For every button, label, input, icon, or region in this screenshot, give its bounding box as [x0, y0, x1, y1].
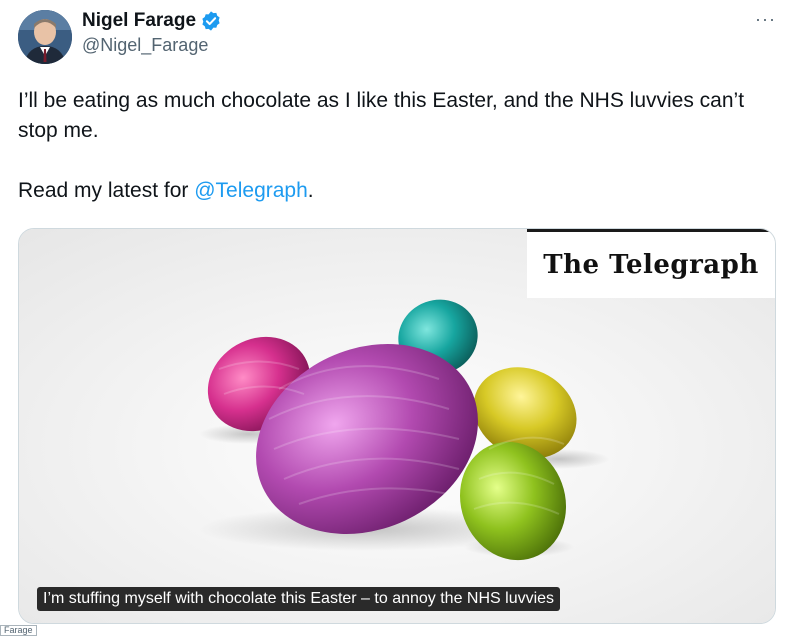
more-options-icon[interactable]: ···	[755, 10, 776, 28]
card-caption: I’m stuffing myself with chocolate this …	[37, 587, 561, 611]
tweet-header: Nigel Farage @Nigel_Farage ···	[18, 8, 784, 68]
tweet-line-2: Read my latest for @Telegraph.	[18, 176, 778, 206]
footer-stub: Farage	[0, 625, 37, 636]
tweet-line-1: I’ll be eating as much chocolate as I li…	[18, 89, 745, 142]
author-handle[interactable]: @Nigel_Farage	[82, 35, 222, 56]
publisher-name: The Telegraph	[543, 250, 759, 280]
author-names: Nigel Farage @Nigel_Farage	[82, 10, 222, 56]
mention-link[interactable]: @Telegraph	[194, 179, 308, 202]
avatar[interactable]	[18, 10, 72, 64]
tweet-line-2-suffix: .	[307, 179, 314, 202]
display-name[interactable]: Nigel Farage	[82, 10, 196, 32]
publisher-logo: The Telegraph	[527, 229, 775, 298]
link-card[interactable]: The Telegraph I’m stuffing myself with c…	[18, 228, 776, 624]
tweet-text: I’ll be eating as much chocolate as I li…	[18, 86, 778, 206]
display-name-row: Nigel Farage	[82, 10, 222, 32]
tweet-line-2-prefix: Read my latest for	[18, 179, 195, 202]
verified-badge-icon	[200, 10, 222, 32]
